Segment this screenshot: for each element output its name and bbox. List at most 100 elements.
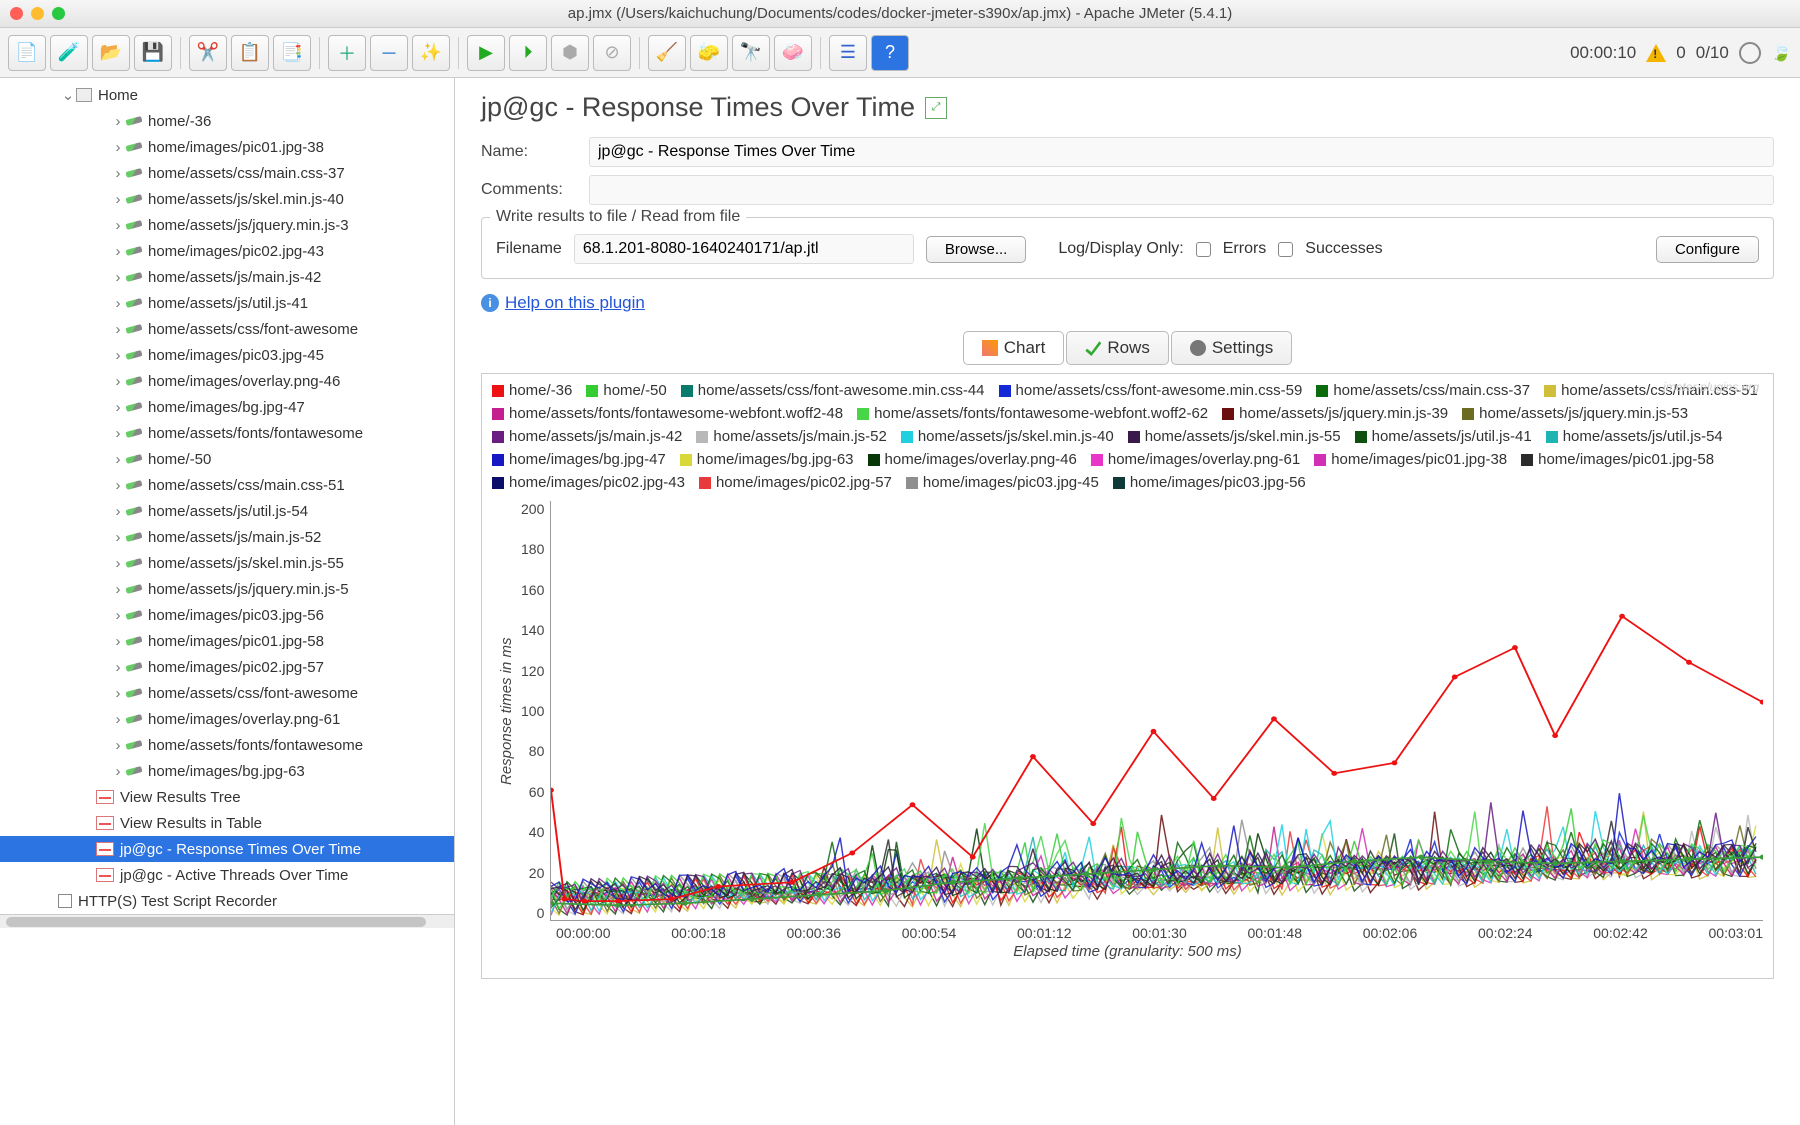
legend-item[interactable]: home/assets/css/font-awesome.min.css-44: [681, 382, 985, 399]
new-file-button[interactable]: 📄: [8, 35, 46, 71]
expand-icon[interactable]: ›: [110, 737, 126, 754]
legend-item[interactable]: home/assets/js/main.js-42: [492, 428, 682, 445]
help-button[interactable]: ?: [871, 35, 909, 71]
tree-sampler-item[interactable]: ›home/assets/js/jquery.min.js-3: [0, 212, 454, 238]
legend-item[interactable]: home/images/pic02.jpg-43: [492, 474, 685, 491]
browse-button[interactable]: Browse...: [926, 236, 1027, 263]
tree-sampler-item[interactable]: ›home/images/pic01.jpg-58: [0, 628, 454, 654]
expand-icon[interactable]: ›: [110, 347, 126, 364]
paste-button[interactable]: 📑: [273, 35, 311, 71]
cut-button[interactable]: ✂️: [189, 35, 227, 71]
expand-icon[interactable]: ›: [110, 243, 126, 260]
maximize-window-icon[interactable]: [52, 7, 65, 20]
help-link[interactable]: Help on this plugin: [505, 293, 645, 313]
tree-listener-item[interactable]: View Results in Table: [0, 810, 454, 836]
tree-sampler-item[interactable]: ›home/assets/js/skel.min.js-55: [0, 550, 454, 576]
tree-sampler-item[interactable]: ›home/images/overlay.png-46: [0, 368, 454, 394]
expand-icon[interactable]: ›: [110, 659, 126, 676]
globe-icon[interactable]: [1739, 42, 1761, 64]
add-button[interactable]: ＋: [328, 35, 366, 71]
expand-icon[interactable]: ›: [110, 685, 126, 702]
expand-icon[interactable]: ›: [110, 321, 126, 338]
name-field[interactable]: [589, 137, 1774, 167]
legend-item[interactable]: home/assets/fonts/fontawesome-webfont.wo…: [492, 405, 843, 422]
expand-icon[interactable]: ›: [110, 451, 126, 468]
expand-icon[interactable]: ›: [110, 217, 126, 234]
legend-item[interactable]: home/images/overlay.png-61: [1091, 451, 1300, 468]
remove-button[interactable]: －: [370, 35, 408, 71]
tree-sampler-item[interactable]: ›home/assets/js/util.js-54: [0, 498, 454, 524]
legend-item[interactable]: home/images/pic01.jpg-58: [1521, 451, 1714, 468]
start-no-pause-button[interactable]: ⏵: [509, 35, 547, 71]
stop-button[interactable]: ⬢: [551, 35, 589, 71]
expand-icon[interactable]: ›: [110, 711, 126, 728]
expand-icon[interactable]: ›: [110, 581, 126, 598]
tree-listener-item[interactable]: jp@gc - Active Threads Over Time: [0, 862, 454, 888]
legend-item[interactable]: home/assets/js/util.js-41: [1355, 428, 1532, 445]
expand-icon[interactable]: ›: [110, 269, 126, 286]
chart-plot[interactable]: [550, 501, 1763, 921]
legend-item[interactable]: home/assets/js/skel.min.js-55: [1128, 428, 1341, 445]
filename-field[interactable]: [574, 234, 914, 264]
tree-sampler-item[interactable]: ›home/assets/js/util.js-41: [0, 290, 454, 316]
start-button[interactable]: ▶: [467, 35, 505, 71]
reset-search-button[interactable]: 🧼: [774, 35, 812, 71]
tree-sampler-item[interactable]: ›home/assets/css/main.css-51: [0, 472, 454, 498]
clear-all-button[interactable]: 🧽: [690, 35, 728, 71]
legend-item[interactable]: home/images/pic03.jpg-56: [1113, 474, 1306, 491]
tree-sampler-item[interactable]: ›home/images/pic02.jpg-43: [0, 238, 454, 264]
tree-root-home[interactable]: ⌄ Home: [0, 82, 454, 108]
tree-sampler-item[interactable]: ›home/images/overlay.png-61: [0, 706, 454, 732]
errors-checkbox[interactable]: [1196, 242, 1211, 257]
tree-sampler-item[interactable]: ›home/assets/fonts/fontawesome: [0, 732, 454, 758]
minimize-window-icon[interactable]: [31, 7, 44, 20]
expand-icon[interactable]: ›: [110, 529, 126, 546]
tree-sampler-item[interactable]: ›home/images/bg.jpg-47: [0, 394, 454, 420]
tree-recorder[interactable]: HTTP(S) Test Script Recorder: [0, 888, 454, 914]
legend-item[interactable]: home/images/bg.jpg-47: [492, 451, 666, 468]
tree-listener-item[interactable]: View Results Tree: [0, 784, 454, 810]
tree-sampler-item[interactable]: ›home/-50: [0, 446, 454, 472]
legend-item[interactable]: home/assets/css/main.css-37: [1316, 382, 1530, 399]
tree-sampler-item[interactable]: ›home/assets/css/font-awesome: [0, 680, 454, 706]
tree-sampler-item[interactable]: ›home/assets/css/main.css-37: [0, 160, 454, 186]
tree-listener-item[interactable]: jp@gc - Response Times Over Time: [0, 836, 454, 862]
templates-button[interactable]: 🧪: [50, 35, 88, 71]
legend-item[interactable]: home/assets/fonts/fontawesome-webfont.wo…: [857, 405, 1208, 422]
tab-settings[interactable]: Settings: [1171, 331, 1292, 365]
expand-icon[interactable]: ›: [110, 191, 126, 208]
expand-icon[interactable]: ⤢: [925, 97, 947, 119]
tree-sampler-item[interactable]: ›home/-36: [0, 108, 454, 134]
shutdown-button[interactable]: ⊘: [593, 35, 631, 71]
tree-sampler-item[interactable]: ›home/assets/js/main.js-52: [0, 524, 454, 550]
tree-sampler-item[interactable]: ›home/images/pic03.jpg-56: [0, 602, 454, 628]
open-button[interactable]: 📂: [92, 35, 130, 71]
legend-item[interactable]: home/assets/js/util.js-54: [1546, 428, 1723, 445]
leaf-icon[interactable]: 🍃: [1771, 43, 1792, 63]
tree-sampler-item[interactable]: ›home/assets/css/font-awesome: [0, 316, 454, 342]
function-helper-button[interactable]: ☰: [829, 35, 867, 71]
legend-item[interactable]: home/-50: [586, 382, 666, 399]
expand-icon[interactable]: ›: [110, 399, 126, 416]
save-button[interactable]: 💾: [134, 35, 172, 71]
configure-button[interactable]: Configure: [1656, 236, 1759, 263]
tree-sampler-item[interactable]: ›home/assets/js/jquery.min.js-5: [0, 576, 454, 602]
sidebar-scrollbar[interactable]: [0, 914, 454, 928]
legend-item[interactable]: home/assets/js/skel.min.js-40: [901, 428, 1114, 445]
test-plan-tree[interactable]: ⌄ Home ›home/-36›home/images/pic01.jpg-3…: [0, 78, 455, 1125]
collapse-icon[interactable]: ⌄: [60, 86, 76, 104]
tree-sampler-item[interactable]: ›home/images/pic01.jpg-38: [0, 134, 454, 160]
legend-item[interactable]: home/images/bg.jpg-63: [680, 451, 854, 468]
wand-button[interactable]: ✨: [412, 35, 450, 71]
expand-icon[interactable]: ›: [110, 555, 126, 572]
tab-rows[interactable]: Rows: [1066, 331, 1169, 365]
tree-sampler-item[interactable]: ›home/images/pic03.jpg-45: [0, 342, 454, 368]
expand-icon[interactable]: ›: [110, 503, 126, 520]
expand-icon[interactable]: ›: [110, 113, 126, 130]
tree-sampler-item[interactable]: ›home/images/bg.jpg-63: [0, 758, 454, 784]
expand-icon[interactable]: ›: [110, 373, 126, 390]
comments-field[interactable]: [589, 175, 1774, 205]
search-button[interactable]: 🔭: [732, 35, 770, 71]
warning-icon[interactable]: [1646, 44, 1666, 62]
legend-item[interactable]: home/images/pic02.jpg-57: [699, 474, 892, 491]
